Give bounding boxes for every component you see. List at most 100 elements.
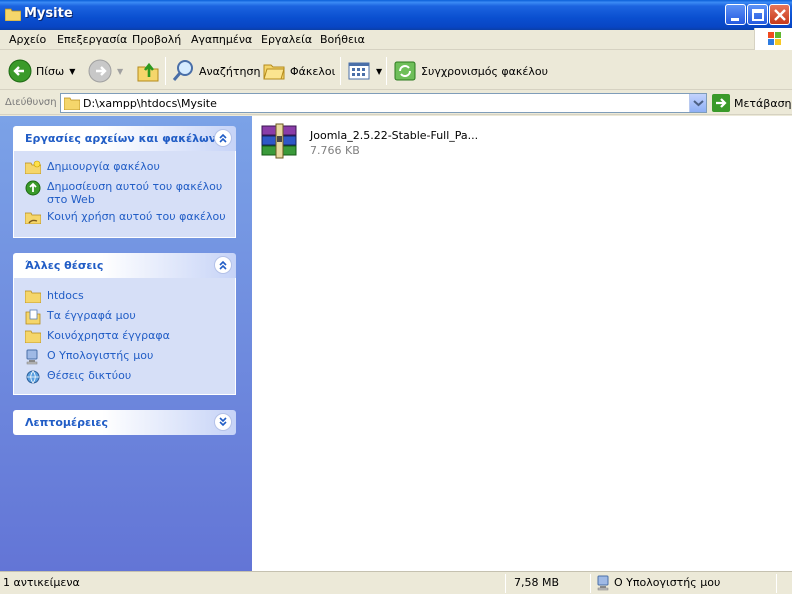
address-dropdown-button[interactable] [689,94,706,112]
chevron-down-icon[interactable]: ▼ [117,67,123,76]
places-panel-body: htdocs Τα έγγραφά μου Κοινόχρηστα έγγραφ… [13,278,236,395]
tasks-panel: Εργασίες αρχείων και φακέλων Δημιουργία … [13,126,236,238]
place-my-documents-label: Τα έγγραφά μου [47,309,136,322]
details-panel-header[interactable]: Λεπτομέρειες [13,410,236,435]
close-icon [774,9,786,21]
forward-button[interactable]: ▼ [88,56,123,86]
task-new-folder-label: Δημιουργία φακέλου [47,160,160,173]
back-button[interactable]: Πίσω ▼ [8,56,75,86]
place-htdocs-label: htdocs [47,289,84,302]
task-pane: Εργασίες αρχείων και φακέλων Δημιουργία … [0,116,252,571]
file-size: 7.766 KB [310,144,360,157]
collapse-button[interactable] [214,256,232,274]
double-chevron-up-icon [219,260,227,270]
chevron-down-icon [693,100,704,107]
places-panel: Άλλες θέσεις htdocs Τα έγγραφά μου Κοινό… [13,253,236,395]
minimize-icon [731,18,739,21]
menu-view[interactable]: Προβολή [132,33,181,46]
publish-web-icon [25,180,41,196]
status-size: 7,58 MB [514,576,560,589]
go-label: Μετάβαση [734,96,792,110]
search-label: Αναζήτηση [199,64,261,78]
chevron-down-icon[interactable]: ▼ [69,67,75,76]
back-label: Πίσω [36,64,65,78]
views-icon [348,62,370,80]
folder-icon [64,97,80,110]
title-bar[interactable]: Mysite [0,0,792,30]
tasks-panel-header[interactable]: Εργασίες αρχείων και φακέλων [13,126,236,151]
task-share-folder[interactable]: Κοινή χρήση αυτού του φακέλου [25,210,226,224]
details-panel-title: Λεπτομέρειες [25,416,109,429]
place-htdocs[interactable]: htdocs [25,289,84,303]
task-share-folder-label: Κοινή χρήση αυτού του φακέλου [47,210,226,223]
back-arrow-icon [8,59,32,83]
sync-label: Συγχρονισμός φακέλου [421,64,548,78]
maximize-button[interactable] [747,4,768,25]
double-chevron-down-icon [219,417,227,427]
chevron-down-icon[interactable]: ▼ [376,67,382,76]
folders-button[interactable]: Φάκελοι [262,56,335,86]
task-publish-web-line1: Δημοσίευση αυτού του φακέλου [47,180,223,193]
task-publish-web-label: Δημοσίευση αυτού του φακέλου στο Web [47,180,222,206]
minimize-button[interactable] [725,4,746,25]
folder-icon [25,290,41,303]
views-button[interactable]: ▼ [347,56,382,86]
go-button[interactable]: Μετάβαση [712,94,792,112]
forward-arrow-icon [88,59,112,83]
status-location: Ο Υπολογιστής μου [614,576,721,589]
menu-file[interactable]: Αρχείο [9,33,46,46]
address-path: D:\xampp\htdocs\Mysite [83,97,217,110]
collapse-button[interactable] [214,129,232,147]
close-button[interactable] [769,4,790,25]
menu-tools[interactable]: Εργαλεία [261,33,312,46]
address-input[interactable]: D:\xampp\htdocs\Mysite [60,93,707,113]
places-panel-header[interactable]: Άλλες θέσεις [13,253,236,278]
task-publish-web[interactable]: Δημοσίευση αυτού του φακέλου στο Web [25,180,222,206]
go-arrow-icon [712,94,730,112]
file-item[interactable]: Joomla_2.5.22-Stable-Full_Pa... 7.766 KB [258,122,488,160]
network-places-icon [26,370,40,384]
sync-folder-button[interactable]: Συγχρονισμός φακέλου [393,56,548,86]
file-name: Joomla_2.5.22-Stable-Full_Pa... [310,129,479,142]
winrar-archive-icon [261,123,297,159]
menu-edit[interactable]: Επεξεργασία [57,33,127,46]
toolbar: Πίσω ▼ ▼ Αναζήτηση Φάκελοι ▼ Συγχρονισμό… [0,51,792,90]
address-bar: Διεύθυνση D:\xampp\htdocs\Mysite Μετάβασ… [0,91,792,115]
my-documents-icon [25,309,41,325]
windows-logo [754,28,792,50]
place-my-computer[interactable]: Ο Υπολογιστής μου [25,349,153,365]
up-folder-button[interactable] [136,56,160,86]
folders-icon [263,64,285,80]
menu-bar: Αρχείο Επεξεργασία Προβολή Αγαπημένα Εργ… [0,30,792,50]
search-button[interactable]: Αναζήτηση [171,56,260,86]
address-label: Διεύθυνση [5,97,57,108]
my-computer-icon [26,349,38,365]
tasks-panel-title: Εργασίες αρχείων και φακέλων [25,132,217,145]
shared-documents-icon [25,330,41,343]
places-panel-title: Άλλες θέσεις [25,259,104,272]
new-folder-icon [25,160,41,174]
my-computer-icon [597,575,609,591]
task-publish-web-line2: στο Web [47,193,95,206]
tasks-panel-body: Δημιουργία φακέλου Δημοσίευση αυτού του … [13,151,236,238]
status-bar: 1 αντικείμενα 7,58 MB Ο Υπολογιστής μου [0,571,792,594]
place-shared-documents-label: Κοινόχρηστα έγγραφα [47,329,170,342]
search-icon [172,60,193,81]
place-network[interactable]: Θέσεις δικτύου [25,369,131,385]
window-title: Mysite [24,6,73,21]
place-my-documents[interactable]: Τα έγγραφά μου [25,309,136,325]
windows-flag-icon [768,32,781,45]
maximize-icon [752,9,764,21]
menu-favorites[interactable]: Αγαπημένα [191,33,252,46]
place-shared-documents[interactable]: Κοινόχρηστα έγγραφα [25,329,170,343]
place-my-computer-label: Ο Υπολογιστής μου [47,349,154,362]
expand-button[interactable] [214,413,232,431]
file-list-view[interactable]: Joomla_2.5.22-Stable-Full_Pa... 7.766 KB [252,116,792,571]
task-new-folder[interactable]: Δημιουργία φακέλου [25,160,160,174]
folders-label: Φάκελοι [290,64,336,78]
share-folder-icon [25,212,41,224]
menu-help[interactable]: Βοήθεια [320,33,365,46]
up-folder-icon [137,62,159,82]
place-network-label: Θέσεις δικτύου [47,369,132,382]
double-chevron-up-icon [219,133,227,143]
